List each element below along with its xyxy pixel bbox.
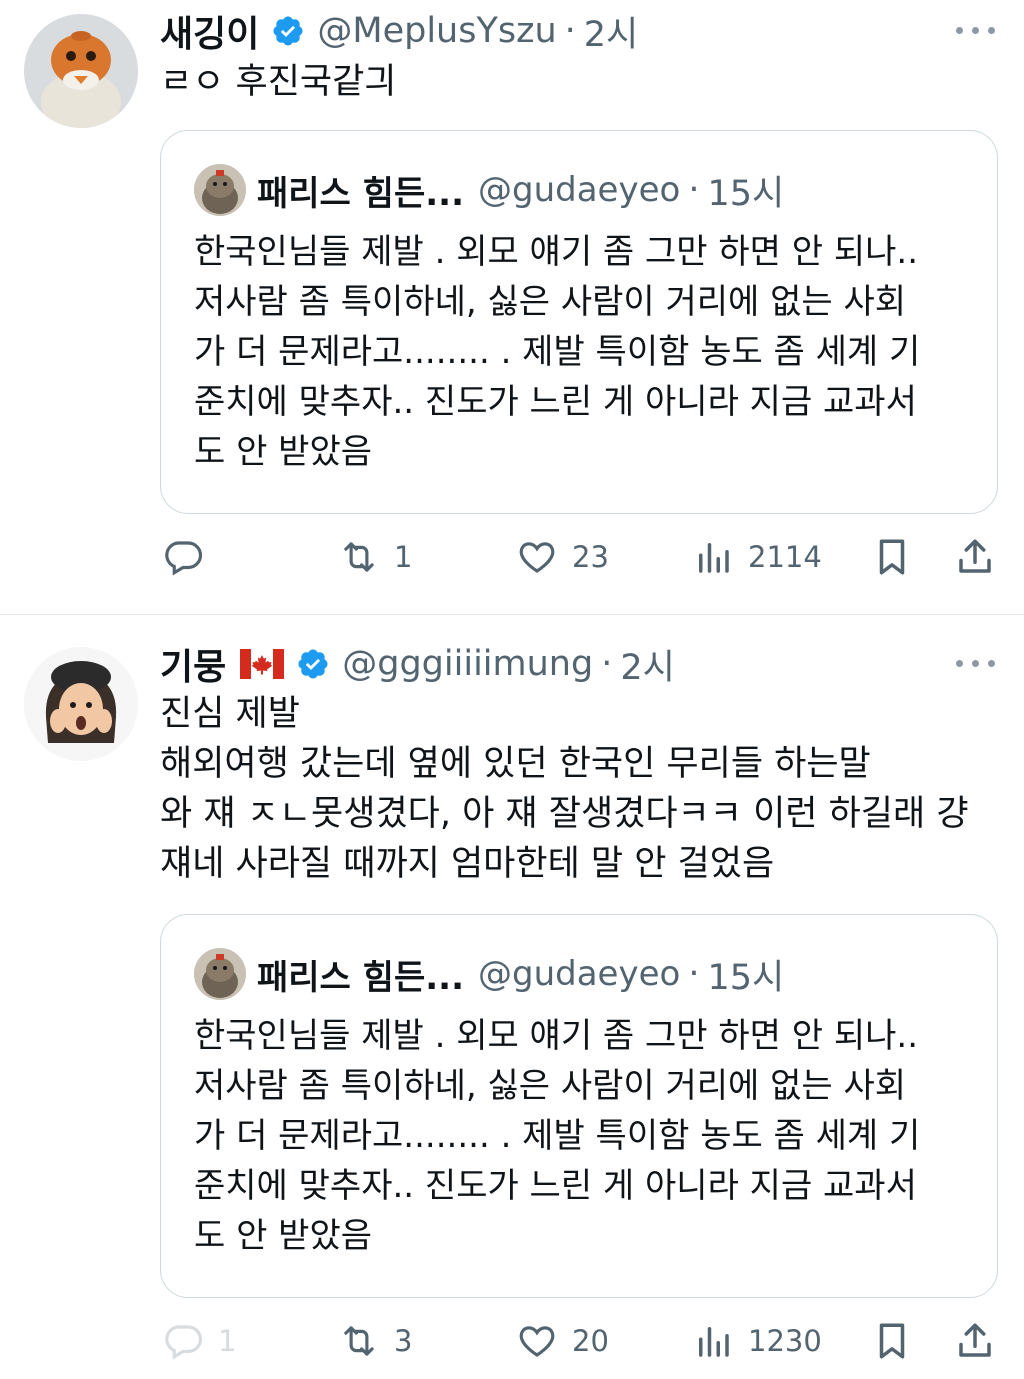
reply-button[interactable]	[162, 533, 218, 581]
handle[interactable]: @MeplusYszu	[317, 11, 556, 51]
quoted-handle: @gudaeyeo	[478, 170, 681, 210]
retweet-button[interactable]: 3	[338, 1317, 412, 1365]
quoted-handle: @gudaeyeo	[478, 954, 681, 994]
tweet-header: 기뭉 @gggiiiiimung · 2시	[160, 639, 675, 689]
display-name[interactable]: 기뭉	[160, 638, 226, 690]
verified-badge-icon	[298, 649, 328, 679]
separator-dot: ·	[601, 644, 613, 684]
views-chart-icon	[699, 543, 729, 573]
tweet-header: 새깅이 @MeplusYszu · 2시	[160, 6, 638, 56]
tweet[interactable]: 기뭉 @gggiiiiimung · 2시 진심 제발 해외여행 갔는데 옆에 …	[0, 615, 1024, 1379]
quoted-text: 한국인님들 제발 . 외모 얘기 좀 그만 하면 안 되나.. 저사람 좀 특이…	[194, 1016, 921, 1256]
bookmark-icon	[879, 539, 905, 575]
views-button[interactable]: 1230	[692, 1317, 822, 1365]
separator-dot: ·	[688, 954, 700, 994]
avatar[interactable]	[24, 647, 138, 761]
reply-icon	[165, 1325, 203, 1360]
retweet-count: 3	[394, 1324, 413, 1358]
quoted-display-name: 패리스 힘든...	[257, 957, 464, 998]
views-button[interactable]: 2114	[692, 533, 822, 581]
quoted-display-name: 패리스 힘든...	[257, 173, 464, 214]
reply-icon	[165, 541, 203, 576]
views-chart-icon	[699, 1327, 729, 1357]
heart-icon	[519, 542, 555, 573]
action-bar: 1 23 2114	[0, 533, 1024, 581]
retweet-button[interactable]: 1	[338, 533, 412, 581]
share-button[interactable]	[954, 1317, 996, 1365]
tweet[interactable]: 새깅이 @MeplusYszu · 2시 ㄹㅇ 후진국같긔 패리스 힘든... …	[0, 0, 1024, 614]
view-count: 2114	[748, 540, 822, 574]
separator-dot: ·	[688, 170, 700, 210]
reply-count: 1	[218, 1324, 237, 1358]
reply-button[interactable]: 1	[162, 1317, 236, 1365]
bookmark-button[interactable]	[871, 533, 913, 581]
like-count: 23	[572, 540, 609, 574]
bookmark-button[interactable]	[871, 1317, 913, 1365]
quoted-tweet[interactable]: 패리스 힘든... @gudaeyeo · 15시 한국인님들 제발 . 외모 …	[160, 914, 998, 1298]
separator-dot: ·	[564, 11, 576, 51]
timestamp[interactable]: 2시	[620, 639, 674, 690]
heart-icon	[519, 1326, 555, 1357]
retweet-icon	[344, 542, 374, 572]
tweet-text: ㄹㅇ 후진국같긔	[160, 62, 397, 102]
more-dots-icon[interactable]	[956, 655, 996, 671]
tweet-text: 진심 제발 해외여행 갔는데 옆에 있던 한국인 무리들 하는말 와 쟤 ㅈㄴ못…	[160, 694, 969, 884]
avatar[interactable]	[24, 14, 138, 128]
retweet-count: 1	[394, 540, 413, 574]
display-name[interactable]: 새깅이	[160, 5, 259, 57]
share-button[interactable]	[954, 533, 996, 581]
like-count: 20	[572, 1324, 609, 1358]
more-dots-icon[interactable]	[956, 22, 996, 38]
canada-flag-icon	[240, 649, 285, 679]
handle[interactable]: @gggiiiiimung	[342, 644, 593, 684]
quoted-text: 한국인님들 제발 . 외모 얘기 좀 그만 하면 안 되나.. 저사람 좀 특이…	[194, 232, 921, 472]
quoted-tweet[interactable]: 패리스 힘든... @gudaeyeo · 15시 한국인님들 제발 . 외모 …	[160, 130, 998, 514]
quoted-avatar	[194, 948, 246, 1000]
quoted-header: 패리스 힘든... @gudaeyeo · 15시	[257, 167, 785, 214]
quoted-timestamp: 15시	[707, 957, 785, 998]
bookmark-icon	[879, 1323, 905, 1359]
timestamp[interactable]: 2시	[584, 6, 638, 57]
quoted-timestamp: 15시	[707, 173, 785, 214]
view-count: 1230	[748, 1324, 822, 1358]
share-icon	[959, 539, 991, 573]
action-bar: 1 3 20 1230	[0, 1317, 1024, 1365]
like-button[interactable]: 23	[516, 533, 609, 581]
share-icon	[959, 1323, 991, 1357]
like-button[interactable]: 20	[516, 1317, 609, 1365]
quoted-avatar	[194, 164, 246, 216]
quoted-header: 패리스 힘든... @gudaeyeo · 15시	[257, 951, 785, 998]
verified-badge-icon	[273, 16, 303, 46]
retweet-icon	[344, 1326, 374, 1356]
